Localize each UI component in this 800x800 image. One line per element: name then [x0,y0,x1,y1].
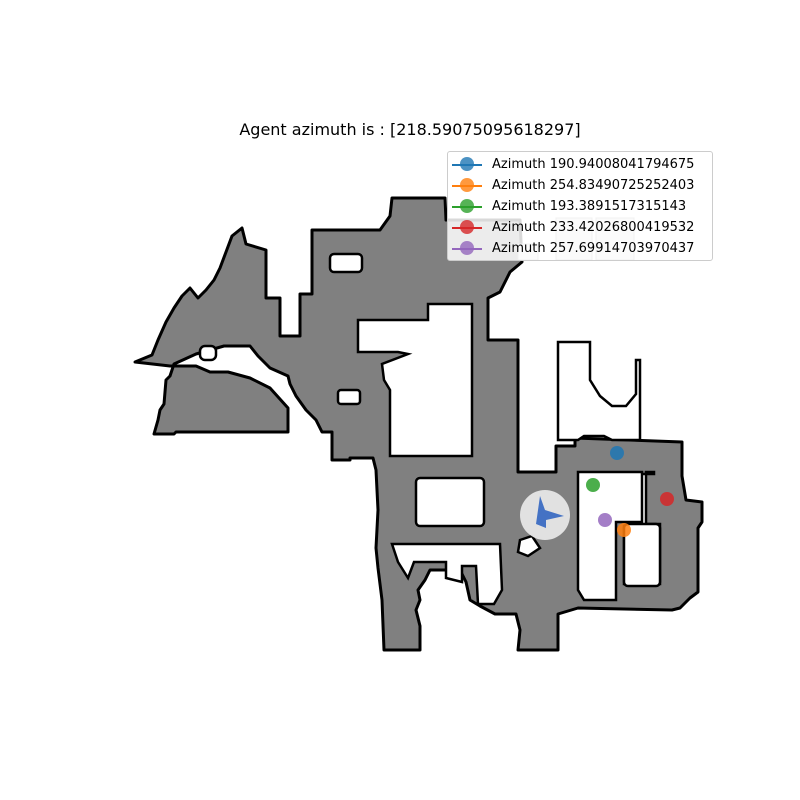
agent [520,490,570,540]
goal-point-marker [610,446,624,460]
legend: Azimuth 190.94008041794675 Azimuth 254.8… [447,151,713,261]
room-top-opening [328,252,364,274]
legend-item: Azimuth 257.69914703970437 [452,238,712,259]
goal-point-marker [598,513,612,527]
legend-label: Azimuth 257.69914703970437 [492,241,695,256]
legend-marker-icon [452,196,482,217]
legend-item: Azimuth 193.3891517315143 [452,196,712,217]
legend-item: Azimuth 254.83490725252403 [452,175,712,196]
occupancy-map [133,196,704,652]
legend-label: Azimuth 193.3891517315143 [492,199,687,214]
lower-room-void [414,476,486,528]
legend-marker-icon [452,175,482,196]
legend-label: Azimuth 233.42026800419532 [492,220,695,235]
center-small-hole [336,388,362,406]
map-layer [133,196,704,652]
goal-point-marker [660,492,674,506]
right-wing-void [556,340,642,442]
left-small-hole [198,344,218,362]
legend-marker-icon [452,217,482,238]
legend-marker-icon [452,154,482,175]
legend-item: Azimuth 190.94008041794675 [452,154,712,175]
goal-point-marker [617,523,631,537]
legend-label: Azimuth 254.83490725252403 [492,178,695,193]
legend-item: Azimuth 233.42026800419532 [452,217,712,238]
goal-point-marker [586,478,600,492]
legend-label: Azimuth 190.94008041794675 [492,157,695,172]
legend-marker-icon [452,238,482,259]
